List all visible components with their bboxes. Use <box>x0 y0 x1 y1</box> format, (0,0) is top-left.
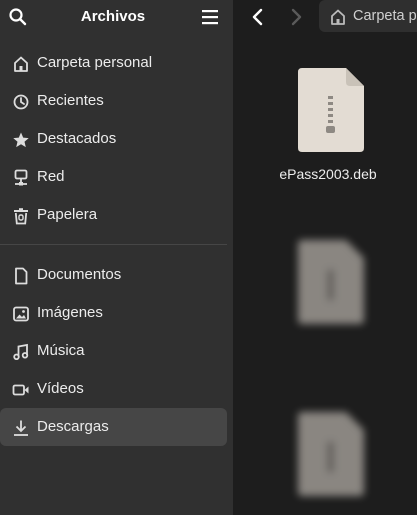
file-view: Carpeta personal ePass2003.deb <box>233 0 417 515</box>
back-arrow-icon[interactable] <box>247 6 269 28</box>
music-icon <box>13 343 29 360</box>
image-icon <box>13 306 29 322</box>
sidebar-item-music[interactable]: Música <box>0 332 227 370</box>
sidebar: Archivos Carpeta personal Recientes Dest… <box>0 0 233 515</box>
clock-icon <box>13 94 29 110</box>
sidebar-item-videos[interactable]: Vídeos <box>0 370 227 408</box>
star-icon <box>13 132 29 148</box>
sidebar-item-label: Documentos <box>37 266 122 283</box>
forward-arrow-icon[interactable] <box>285 6 307 28</box>
sidebar-item-label: Imágenes <box>37 304 103 321</box>
sidebar-item-starred[interactable]: Destacados <box>0 120 227 158</box>
path-segment-home[interactable]: Carpeta personal <box>353 8 417 24</box>
sidebar-item-label: Recientes <box>37 92 104 109</box>
sidebar-item-label: Música <box>37 342 85 359</box>
document-icon <box>15 267 28 285</box>
network-icon <box>14 169 28 186</box>
download-icon <box>14 420 28 436</box>
archive-file-icon <box>298 412 364 496</box>
hamburger-menu-icon[interactable] <box>200 8 220 26</box>
file-item[interactable]: ePass2003.deb <box>273 68 383 188</box>
sidebar-item-label: Papelera <box>37 206 98 223</box>
sidebar-header: Archivos <box>0 0 233 34</box>
sidebar-item-home[interactable]: Carpeta personal <box>0 44 227 82</box>
app-title: Archivos <box>80 8 146 25</box>
trash-icon <box>14 208 28 225</box>
archive-file-icon <box>298 240 364 324</box>
sidebar-item-label: Carpeta personal <box>37 54 153 71</box>
sidebar-item-pictures[interactable]: Imágenes <box>0 294 227 332</box>
home-icon <box>331 9 345 25</box>
video-icon <box>12 384 29 396</box>
sidebar-item-documents[interactable]: Documentos <box>0 256 227 294</box>
sidebar-item-recent[interactable]: Recientes <box>0 82 227 120</box>
sidebar-item-trash[interactable]: Papelera <box>0 196 227 234</box>
file-item[interactable] <box>273 240 383 400</box>
sidebar-item-network[interactable]: Red <box>0 158 227 196</box>
sidebar-item-downloads[interactable]: Descargas <box>0 408 227 446</box>
sidebar-item-label: Descargas <box>37 418 109 435</box>
sidebar-item-label: Red <box>37 168 65 185</box>
path-bar[interactable]: Carpeta personal <box>319 0 417 32</box>
sidebar-item-label: Destacados <box>37 130 117 147</box>
archive-file-icon <box>298 68 364 152</box>
sidebar-list: Carpeta personal Recientes Destacados Re… <box>0 44 233 446</box>
sidebar-item-label: Vídeos <box>37 380 84 397</box>
sidebar-separator <box>0 244 227 245</box>
file-item[interactable] <box>273 412 383 512</box>
file-name: ePass2003.deb <box>279 166 377 182</box>
home-icon <box>14 56 28 72</box>
